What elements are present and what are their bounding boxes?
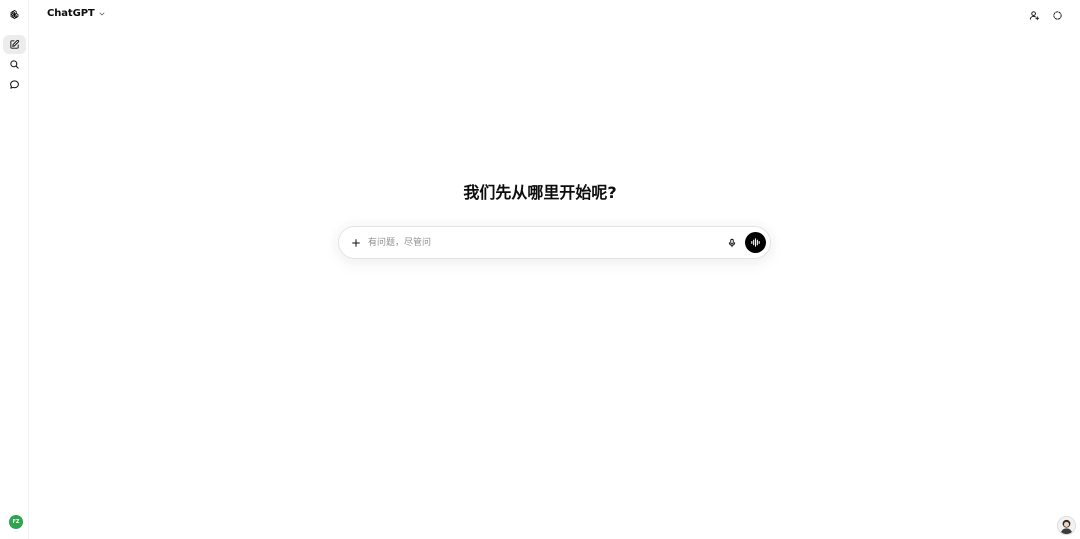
openai-logo-icon	[10, 10, 19, 19]
person-avatar-icon	[1058, 517, 1075, 534]
app-window: FZ ChatGPT 我们先从哪里开始呢?	[0, 0, 1080, 539]
dashed-circle-icon	[1052, 10, 1062, 20]
prompt-input[interactable]	[368, 235, 718, 251]
chat-bubble-icon	[10, 80, 19, 89]
user-avatar[interactable]: FZ	[9, 515, 23, 529]
model-name: ChatGPT	[47, 8, 95, 19]
page-title: 我们先从哪里开始呢?	[463, 183, 617, 202]
voice-mode-button[interactable]	[745, 232, 766, 253]
top-bar: ChatGPT	[29, 0, 1080, 30]
chats-button[interactable]	[3, 75, 26, 94]
chevron-down-icon	[99, 12, 105, 15]
edit-icon	[10, 39, 20, 49]
microphone-icon	[728, 238, 736, 248]
sound-wave-icon	[751, 238, 760, 247]
add-person-icon	[1029, 10, 1039, 20]
sidebar-rail: FZ	[0, 0, 29, 539]
new-chat-button[interactable]	[3, 35, 26, 54]
plus-icon	[351, 238, 360, 247]
search-icon	[10, 60, 19, 69]
search-button[interactable]	[3, 55, 26, 74]
add-person-button[interactable]	[1027, 8, 1041, 22]
model-switcher[interactable]: ChatGPT	[47, 8, 106, 19]
openai-logo-button[interactable]	[3, 5, 26, 24]
help-avatar[interactable]	[1057, 516, 1076, 535]
composer	[338, 226, 771, 259]
temporary-chat-button[interactable]	[1050, 8, 1064, 22]
attach-button[interactable]	[348, 235, 363, 250]
dictate-button[interactable]	[725, 236, 739, 250]
